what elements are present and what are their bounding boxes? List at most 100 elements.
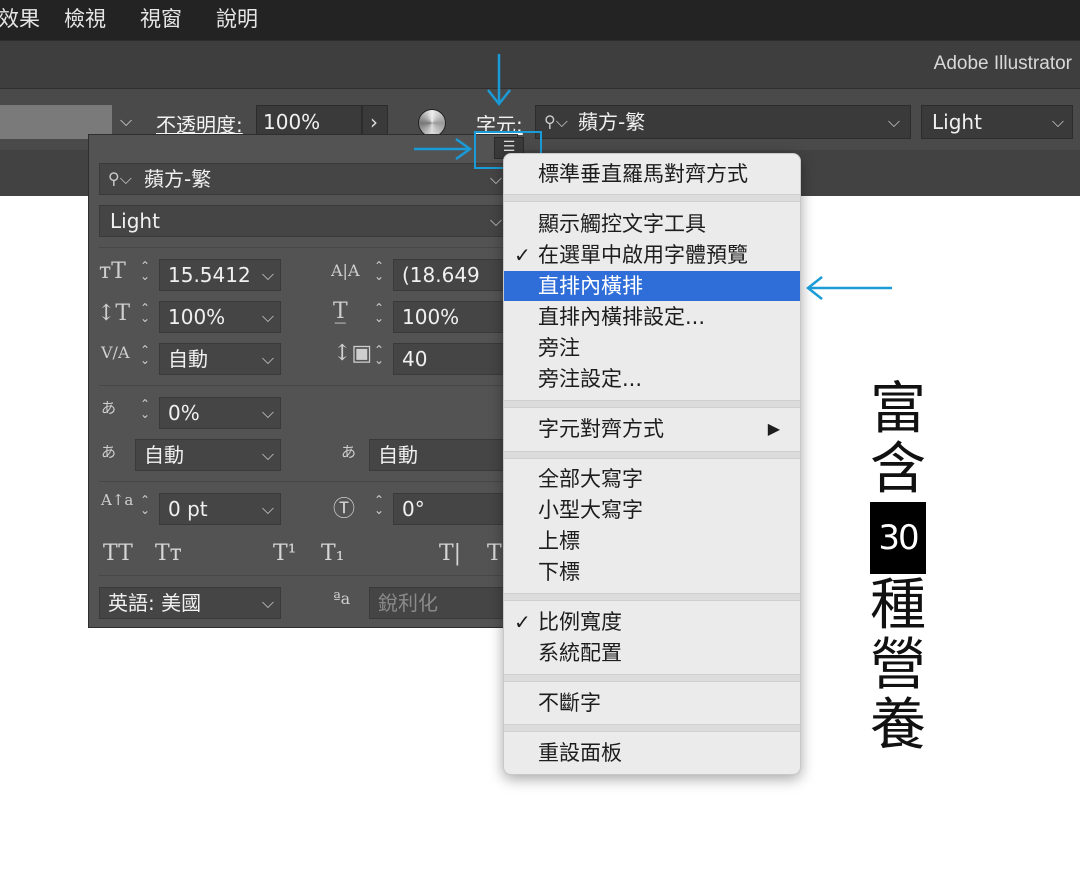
menu-item-label: 小型大寫字: [538, 498, 643, 522]
leading-input[interactable]: (18.649: [393, 259, 509, 291]
strikethrough-button[interactable]: T: [487, 541, 502, 566]
menu-item-label: 下標: [538, 560, 580, 584]
menu-item-label: 全部大寫字: [538, 467, 643, 491]
color-wheel-icon[interactable]: [418, 109, 446, 137]
vertical-scale-stepper[interactable]: ⌃ ⌄: [135, 302, 155, 324]
rotation-input[interactable]: 0°: [393, 493, 509, 525]
menu-item-label: 直排內橫排: [538, 274, 643, 298]
tsume-icon: あ: [101, 399, 117, 417]
chevron-down-icon: ⌵: [1051, 112, 1064, 131]
menu-separator: [504, 674, 800, 682]
aki-left-select[interactable]: 自動 ⌵: [135, 439, 281, 471]
menubar: 效果 檢視 視窗 說明: [0, 0, 1080, 40]
chevron-down-icon: ⌵: [261, 349, 274, 368]
menu-item-small-caps[interactable]: 小型大寫字: [504, 495, 800, 525]
menu-item-all-caps[interactable]: 全部大寫字: [504, 464, 800, 494]
chevron-down-icon[interactable]: ⌵: [120, 111, 132, 131]
font-size-icon: ᴛT: [99, 259, 126, 284]
horizontal-scale-value: 100%: [402, 305, 460, 329]
menu-view[interactable]: 檢視: [64, 5, 106, 33]
tsume-value: 0%: [168, 401, 200, 425]
font-family-select[interactable]: ⚲⌵ 蘋方-繁 ⌵: [535, 105, 911, 139]
menu-item-label: 旁注設定...: [538, 367, 643, 391]
menu-separator: [504, 593, 800, 601]
vertical-text-after: 種營養: [870, 573, 926, 758]
menu-item-tate-chu-yoko[interactable]: 直排內橫排: [504, 271, 800, 301]
vertical-scale-input[interactable]: 100% ⌵: [159, 301, 281, 333]
baseline-shift-value: 0 pt: [168, 497, 208, 521]
horizontal-scale-input[interactable]: 100%: [393, 301, 509, 333]
menu-item-superscript[interactable]: 上標: [504, 526, 800, 556]
baseline-shift-stepper[interactable]: ⌃ ⌄: [135, 494, 155, 516]
antialias-select[interactable]: 銳利化: [369, 587, 509, 619]
kerning-value: 自動: [168, 347, 208, 371]
menu-item-label: 上標: [538, 529, 580, 553]
superscript-button[interactable]: T¹: [273, 541, 297, 566]
font-size-stepper[interactable]: ⌃ ⌄: [135, 260, 155, 282]
menu-item-ruby-settings[interactable]: 旁注設定...: [504, 364, 800, 394]
panel-font-style-select[interactable]: Light ⌵: [99, 205, 509, 237]
language-select[interactable]: 英語: 美國 ⌵: [99, 587, 281, 619]
chevron-down-icon: ⌵: [887, 112, 900, 131]
language-value: 英語: 美國: [108, 591, 202, 615]
panel-font-family-select[interactable]: ⚲⌵ 蘋方-繁 ⌵: [99, 163, 509, 195]
menu-effects[interactable]: 效果: [0, 5, 40, 33]
menu-item-tate-chu-yoko-settings[interactable]: 直排內橫排設定...: [504, 302, 800, 332]
horizontal-scale-stepper[interactable]: ⌃ ⌄: [369, 302, 389, 324]
font-style-value: Light: [932, 110, 982, 134]
aki-right-select[interactable]: 自動: [369, 439, 509, 471]
leading-stepper[interactable]: ⌃ ⌄: [369, 260, 389, 282]
underline-button[interactable]: T|: [439, 541, 461, 566]
horizontal-scale-icon: T̲: [333, 299, 348, 324]
annotation-arrow-down-icon: [487, 54, 511, 107]
subscript-button[interactable]: T₁: [321, 541, 345, 566]
menu-item-no-break[interactable]: 不斷字: [504, 688, 800, 718]
panel-divider: [99, 385, 509, 386]
menu-item-show-touch-type[interactable]: 顯示觸控文字工具: [504, 209, 800, 239]
rotation-icon: Ⓣ: [333, 497, 356, 522]
all-caps-button[interactable]: TT: [103, 541, 133, 566]
tsume-input[interactable]: 0% ⌵: [159, 397, 281, 429]
menu-item-label: 比例寬度: [538, 610, 622, 634]
chevron-down-icon: ⌵: [261, 499, 274, 518]
menu-help[interactable]: 說明: [216, 5, 258, 33]
menu-item-reset-panel[interactable]: 重設面板: [504, 738, 800, 768]
baseline-shift-input[interactable]: 0 pt ⌵: [159, 493, 281, 525]
menu-separator: [504, 724, 800, 732]
tate-chu-yoko-text: 30: [870, 502, 926, 574]
menu-item-ruby[interactable]: 旁注: [504, 333, 800, 363]
app-title: Adobe Illustrator: [933, 53, 1072, 74]
chevron-down-icon: ⌵: [261, 445, 274, 464]
menu-window[interactable]: 視窗: [140, 5, 182, 33]
menu-item-standard-vertical-roman[interactable]: 標準垂直羅馬對齊方式: [504, 159, 800, 189]
kerning-stepper[interactable]: ⌃ ⌄: [135, 344, 155, 366]
menu-item-system-layout[interactable]: 系統配置: [504, 638, 800, 668]
rotation-stepper[interactable]: ⌃ ⌄: [369, 494, 389, 516]
menu-separator: [504, 194, 800, 202]
vertical-scale-icon: ↕T: [97, 301, 131, 326]
menu-item-subscript[interactable]: 下標: [504, 557, 800, 587]
menu-item-character-alignment[interactable]: 字元對齊方式 ▶: [504, 414, 800, 444]
tsume-stepper[interactable]: ⌃ ⌄: [135, 398, 155, 420]
chevron-down-icon: ⌵: [489, 211, 502, 230]
submenu-arrow-icon: ▶: [767, 419, 780, 438]
kerning-icon: V/A: [101, 343, 130, 362]
panel-flyout-menu: 標準垂直羅馬對齊方式 顯示觸控文字工具 ✓ 在選單中啟用字體預覽 直排內橫排 直排…: [503, 153, 801, 775]
annotation-arrow-left-icon: [806, 276, 892, 300]
font-size-input[interactable]: 15.5412 ⌵: [159, 259, 281, 291]
panel-font-family-value: 蘋方-繁: [144, 167, 212, 191]
panel-font-style-value: Light: [110, 209, 160, 233]
small-caps-button[interactable]: Tт: [155, 541, 182, 566]
menu-item-enable-font-preview[interactable]: ✓ 在選單中啟用字體預覽: [504, 240, 800, 270]
panel-divider: [99, 247, 509, 248]
menu-item-label: 不斷字: [538, 691, 601, 715]
kerning-select[interactable]: 自動 ⌵: [159, 343, 281, 375]
leading-icon: A|A: [331, 261, 360, 280]
menu-item-label: 系統配置: [538, 641, 622, 665]
tracking-stepper[interactable]: ⌃ ⌄: [369, 344, 389, 366]
menu-item-proportional-width[interactable]: ✓ 比例寬度: [504, 607, 800, 637]
font-style-select[interactable]: Light ⌵: [921, 105, 1073, 139]
aki-right-icon: あ: [341, 443, 357, 461]
tracking-input[interactable]: 40: [393, 343, 509, 375]
antialias-value: 銳利化: [378, 591, 438, 615]
